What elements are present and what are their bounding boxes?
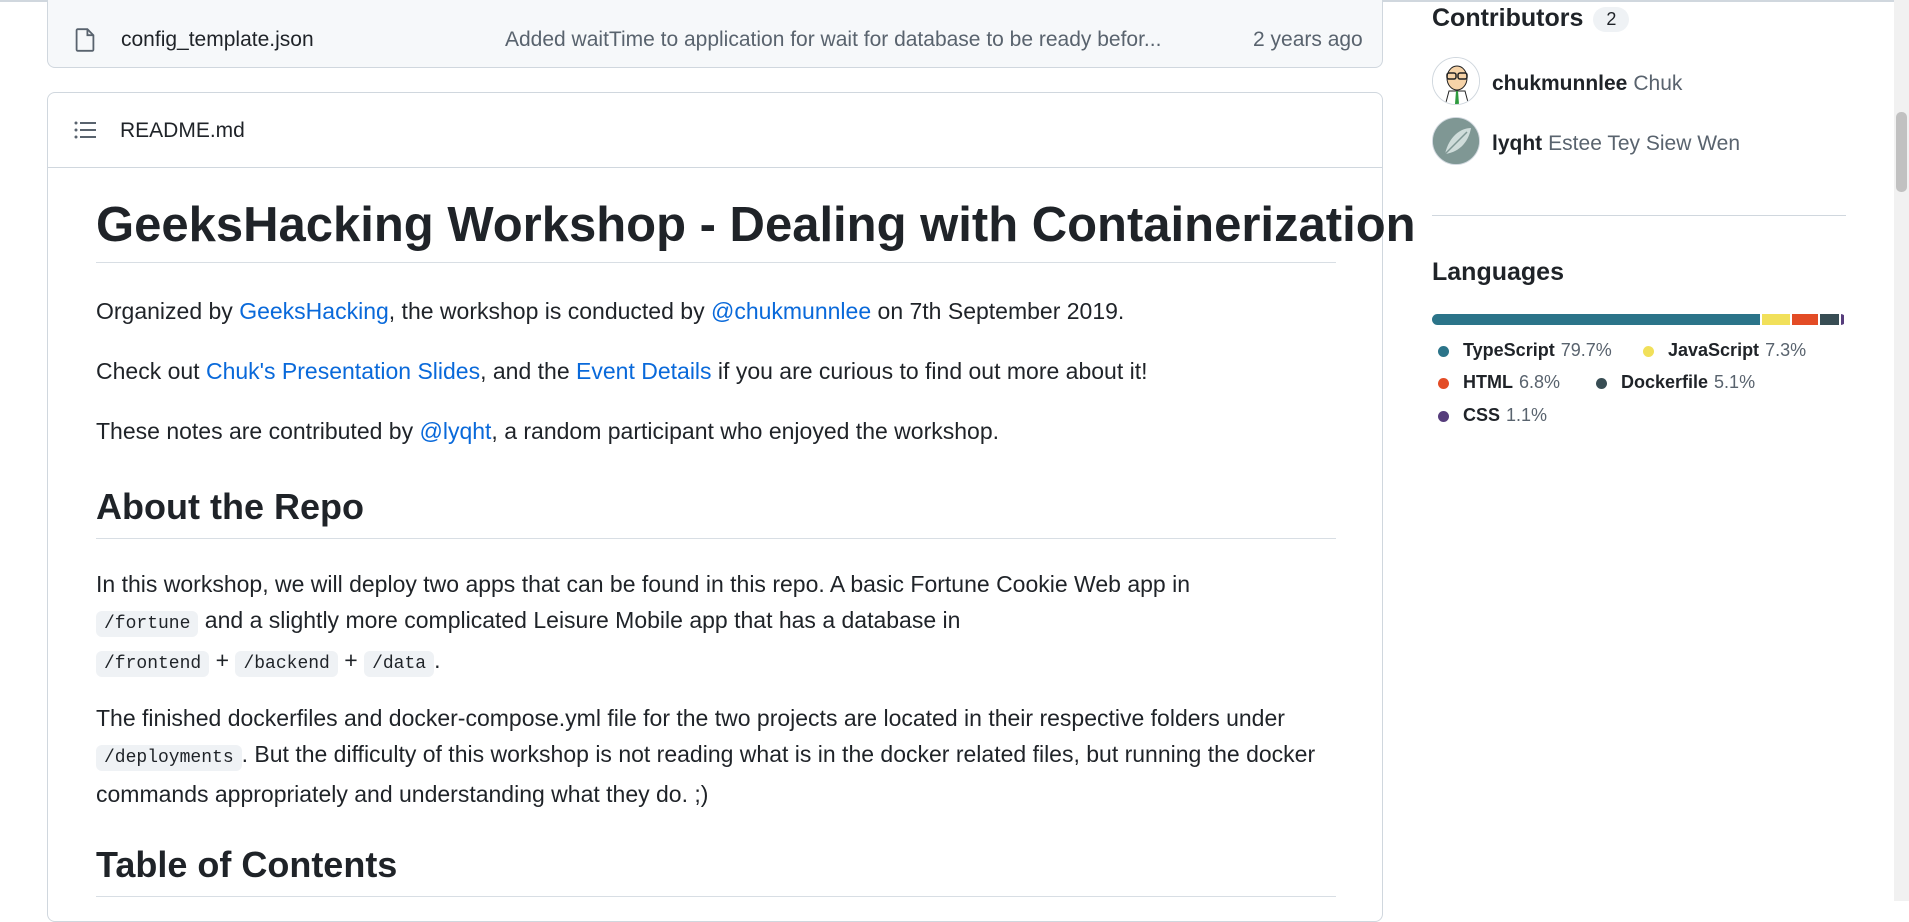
contributor-lyqht[interactable]: lyqht Estee Tey Siew Wen xyxy=(1492,132,1740,156)
lang-name: CSS xyxy=(1463,405,1501,425)
lang-bar-segment-dockerfile xyxy=(1820,314,1840,325)
contributor-name: Estee Tey Siew Wen xyxy=(1548,132,1740,155)
text: Check out xyxy=(96,358,206,384)
text: + xyxy=(337,647,365,673)
lang-bar-segment-javascript xyxy=(1761,314,1791,325)
lang-bar-segment-typescript xyxy=(1432,314,1760,325)
paragraph-organized: Organized by GeeksHacking, the workshop … xyxy=(96,293,1336,329)
text: . xyxy=(434,647,441,673)
lang-dot xyxy=(1643,345,1654,357)
sidebar-divider xyxy=(1432,215,1846,216)
chukmunnlee-link[interactable]: @chukmunnlee xyxy=(711,298,871,324)
lang-dot xyxy=(1596,377,1607,389)
text: , and the xyxy=(480,358,577,384)
paragraph-workshop: In this workshop, we will deploy two app… xyxy=(96,566,1336,682)
avatar-lyqht[interactable] xyxy=(1432,117,1480,165)
paragraph-dockerfiles: The finished dockerfiles and docker-comp… xyxy=(96,700,1336,812)
avatar-leaf-icon xyxy=(1433,118,1479,164)
text: The finished dockerfiles and docker-comp… xyxy=(96,705,1285,731)
lang-name: TypeScript xyxy=(1463,340,1555,360)
contributors-heading[interactable]: Contributors 2 xyxy=(1432,4,1630,33)
contributors-count: 2 xyxy=(1593,6,1630,32)
code-data: /data xyxy=(364,651,435,677)
lang-bar-segment-html xyxy=(1792,314,1819,325)
file-name-link[interactable]: config_template.json xyxy=(121,28,314,52)
commit-message-link[interactable]: Added waitTime to application for wait f… xyxy=(505,28,1161,52)
text: , a random participant who enjoyed the w… xyxy=(491,418,999,444)
languages-bar xyxy=(1432,314,1846,325)
text: In this workshop, we will deploy two app… xyxy=(96,571,1190,597)
code-deployments: /deployments xyxy=(96,745,242,771)
code-frontend: /frontend xyxy=(96,651,210,677)
code-backend: /backend xyxy=(235,651,338,677)
language-typescript[interactable]: TypeScript 79.7% xyxy=(1438,340,1612,361)
heading-about-the-repo: About the Repo xyxy=(96,484,1336,539)
event-details-link[interactable]: Event Details xyxy=(576,358,712,384)
languages-heading: Languages xyxy=(1432,258,1564,286)
scrollbar-thumb[interactable] xyxy=(1896,112,1907,192)
text: if you are curious to find out more abou… xyxy=(711,358,1148,384)
text: These notes are contributed by xyxy=(96,418,420,444)
code-fortune: /fortune xyxy=(96,611,199,637)
lang-percent: 5.1% xyxy=(1714,372,1756,392)
lang-dot xyxy=(1438,345,1449,357)
lang-name: HTML xyxy=(1463,372,1513,392)
text: Organized by xyxy=(96,298,240,324)
contributor-name: Chuk xyxy=(1633,72,1683,95)
file-icon xyxy=(75,28,95,52)
text: on 7th September 2019. xyxy=(871,298,1125,324)
lang-dot xyxy=(1438,377,1449,389)
contributor-chukmunnlee[interactable]: chukmunnlee Chuk xyxy=(1492,72,1682,96)
lang-dot xyxy=(1438,410,1449,422)
language-css[interactable]: CSS 1.1% xyxy=(1438,405,1547,426)
avatar-chukmunnlee[interactable] xyxy=(1432,57,1480,105)
language-dockerfile[interactable]: Dockerfile 5.1% xyxy=(1596,372,1755,393)
file-list: config_template.json Added waitTime to a… xyxy=(47,0,1383,68)
text: , the workshop is conducted by xyxy=(388,298,711,324)
commit-age: 2 years ago xyxy=(1253,28,1363,51)
lyqht-link[interactable]: @lyqht xyxy=(419,418,491,444)
geekshacking-link[interactable]: GeeksHacking xyxy=(239,298,389,324)
lang-name: Dockerfile xyxy=(1621,372,1709,392)
lang-percent: 79.7% xyxy=(1560,340,1612,360)
language-javascript[interactable]: JavaScript 7.3% xyxy=(1643,340,1806,361)
presentation-slides-link[interactable]: Chuk's Presentation Slides xyxy=(206,358,480,384)
list-icon[interactable] xyxy=(74,121,96,139)
text: and a slightly more complicated Leisure … xyxy=(198,607,961,633)
contributor-login[interactable]: lyqht xyxy=(1492,132,1542,155)
paragraph-contributed: These notes are contributed by @lyqht, a… xyxy=(96,413,1336,449)
readme-title: GeeksHacking Workshop - Dealing with Con… xyxy=(96,194,1416,263)
lang-percent: 1.1% xyxy=(1506,405,1548,425)
lang-bar-segment-css xyxy=(1841,314,1844,325)
lang-percent: 7.3% xyxy=(1765,340,1807,360)
readme-header: README.md xyxy=(48,93,1382,168)
contributor-login[interactable]: chukmunnlee xyxy=(1492,72,1627,95)
lang-name: JavaScript xyxy=(1668,340,1760,360)
paragraph-check-out: Check out Chuk's Presentation Slides, an… xyxy=(96,353,1336,389)
readme-filename: README.md xyxy=(120,119,245,142)
contributors-heading-label: Contributors xyxy=(1432,4,1584,32)
heading-table-of-contents: Table of Contents xyxy=(96,842,1336,897)
text: . But the difficulty of this workshop is… xyxy=(96,741,1316,807)
lang-percent: 6.8% xyxy=(1518,372,1561,392)
avatar-cartoon-icon xyxy=(1433,58,1479,104)
text: + xyxy=(209,647,236,673)
language-html[interactable]: HTML 6.8% xyxy=(1438,372,1560,393)
